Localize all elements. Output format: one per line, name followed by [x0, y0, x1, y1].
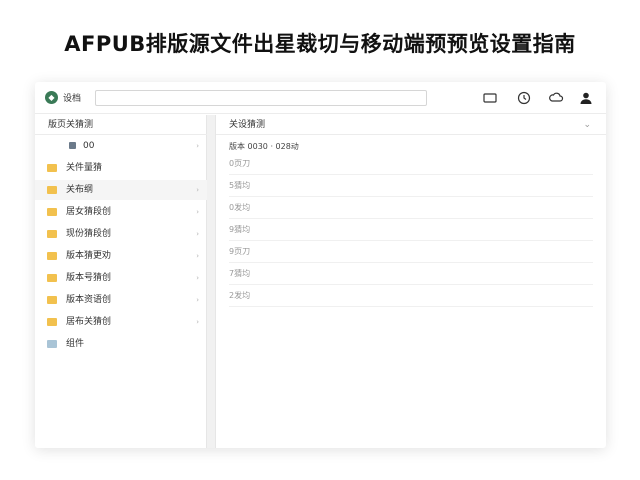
sidebar-item-label: 关布纲	[66, 185, 94, 195]
page-headline: AFPUB排版源文件出星裁切与移动端预预览设置指南	[64, 32, 576, 56]
sidebar-item-label: 居女猜段创	[66, 207, 112, 217]
sidebar-item-label: 版本资语创	[66, 295, 112, 305]
chevron-right-icon: ›	[196, 208, 199, 216]
main-panel: 关设猜测 ⌄ 版本 0030 · 028动 0页刀 5猜均 0发均 9猜均 9页刀 7猜均…	[215, 115, 606, 448]
folder-icon	[47, 318, 57, 326]
app-title: 设档	[63, 94, 82, 104]
folder-icon	[47, 296, 57, 304]
cloud-icon[interactable]	[548, 90, 564, 106]
sidebar-item-label: 00	[83, 141, 95, 151]
display-icon[interactable]	[482, 90, 498, 106]
chevron-right-icon: ›	[196, 274, 199, 282]
chevron-right-icon: ›	[196, 142, 199, 150]
chevron-right-icon: ›	[196, 296, 199, 304]
sidebar-item[interactable]: 版本资语创 ›	[35, 290, 207, 310]
sidebar-item[interactable]: 版本号猜创 ›	[35, 268, 207, 288]
panel-divider[interactable]	[207, 115, 215, 448]
folder-icon	[47, 274, 57, 282]
sidebar-item[interactable]: 00 ›	[35, 136, 207, 156]
list-item[interactable]: 5猜均	[229, 175, 593, 197]
user-icon[interactable]	[578, 90, 594, 106]
top-bar: ◆ 设档	[35, 82, 606, 114]
list-item[interactable]: 0发均	[229, 197, 593, 219]
sidebar-item[interactable]: 关布纲 ›	[35, 180, 207, 200]
chevron-right-icon: ›	[196, 186, 199, 194]
sidebar-item[interactable]: 居布关猜创 ›	[35, 312, 207, 332]
chevron-right-icon: ›	[196, 252, 199, 260]
folder-icon	[47, 230, 57, 238]
main-subheader: 版本 0030 · 028动	[229, 142, 299, 151]
chevron-right-icon: ›	[196, 318, 199, 326]
main-header[interactable]: 关设猜测 ⌄	[216, 115, 606, 135]
folder-icon	[47, 164, 57, 172]
list-item[interactable]: 7猜均	[229, 263, 593, 285]
folder-icon	[47, 252, 57, 260]
sidebar-header: 版页关猜测	[35, 115, 207, 135]
sidebar-item-label: 版本号猜创	[66, 273, 112, 283]
list-item[interactable]: 9猜均	[229, 219, 593, 241]
sidebar-item[interactable]: 版本猜更劝 ›	[35, 246, 207, 266]
file-icon	[69, 142, 76, 149]
sidebar-item-label: 版本猜更劝	[66, 251, 112, 261]
image-icon	[47, 340, 57, 348]
sidebar-item[interactable]: 居女猜段创 ›	[35, 202, 207, 222]
sidebar-item[interactable]: 关件量猜	[35, 158, 207, 178]
chevron-right-icon: ›	[196, 230, 199, 238]
sidebar: 版页关猜测 00 › 关件量猜 关布纲 › 居女猜段创 › 现份猜段创 › 版本猜更劝 › 版本号猜创…	[35, 115, 207, 448]
clock-icon[interactable]	[516, 90, 532, 106]
list-item[interactable]: 0页刀	[229, 153, 593, 175]
sidebar-item[interactable]: 组件	[35, 334, 207, 354]
sidebar-item-label: 关件量猜	[66, 163, 103, 173]
sidebar-item-label: 现份猜段创	[66, 229, 112, 239]
sidebar-item[interactable]: 现份猜段创 ›	[35, 224, 207, 244]
folder-icon	[47, 186, 57, 194]
list-item[interactable]: 9页刀	[229, 241, 593, 263]
search-input[interactable]	[95, 90, 427, 106]
folder-icon	[47, 208, 57, 216]
sidebar-item-label: 组件	[66, 339, 85, 349]
app-logo-icon: ◆	[45, 91, 58, 104]
chevron-down-icon[interactable]: ⌄	[583, 115, 591, 135]
app-window: ◆ 设档 版页关猜测 00 › 关件量猜关布纲 › 居女猜段创 › 现份猜段创 › 版本猜更劝 ›…	[35, 82, 606, 448]
list-item[interactable]: 2发均	[229, 285, 593, 307]
main-header-title: 关设猜测	[229, 120, 266, 130]
sidebar-item-label: 居布关猜创	[66, 317, 112, 327]
